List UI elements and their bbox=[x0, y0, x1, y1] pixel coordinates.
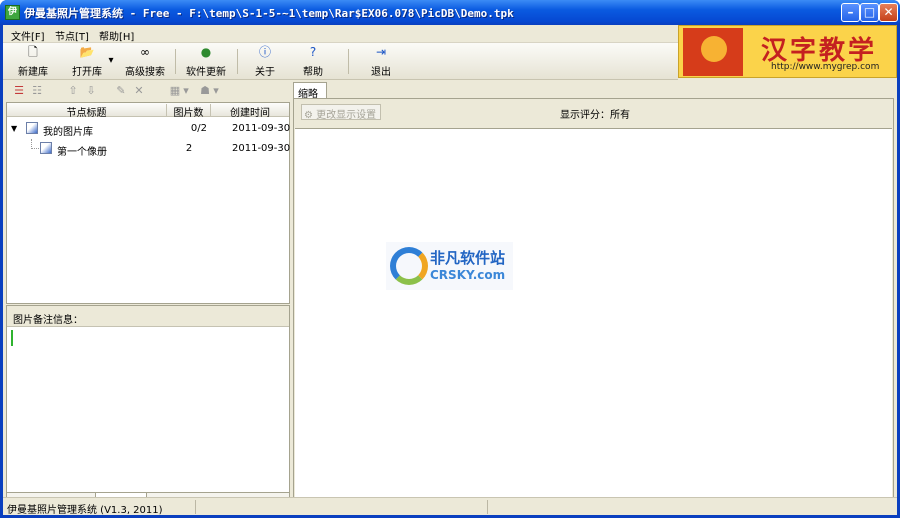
image-dropdown-icon[interactable]: ▾ bbox=[182, 84, 190, 98]
add-child-node-icon[interactable]: ☷ bbox=[30, 84, 44, 98]
software-update-label: 软件更新 bbox=[186, 67, 226, 78]
exit-label: 退出 bbox=[371, 67, 391, 78]
add-node-icon[interactable]: ☰ bbox=[12, 84, 26, 98]
node-count: 0/2 bbox=[190, 123, 207, 134]
move-up-icon[interactable]: ⇧ bbox=[66, 84, 80, 98]
app-icon: 伊 bbox=[5, 5, 20, 20]
help-label: 帮助 bbox=[303, 67, 323, 78]
maximize-button[interactable]: □ bbox=[860, 3, 879, 22]
change-display-settings-button[interactable]: ⚙ 更改显示设置 bbox=[301, 104, 381, 121]
expand-arrow-icon[interactable]: ▼ bbox=[11, 124, 17, 133]
status-text: 伊曼基照片管理系统 (V1.3, 2011) bbox=[7, 505, 163, 516]
move-down-icon[interactable]: ⇩ bbox=[84, 84, 98, 98]
tab-thumbnails[interactable]: 缩略图 bbox=[293, 82, 327, 115]
new-doc-icon: 🗋 bbox=[28, 45, 38, 59]
image-icon[interactable]: ▦ bbox=[168, 84, 182, 98]
tree-row[interactable]: 第一个像册 2 2011-09-30 bbox=[7, 139, 291, 159]
node-title: 第一个像册 bbox=[57, 147, 107, 158]
globe-icon: ● bbox=[200, 45, 212, 59]
info-icon: ⓘ bbox=[258, 45, 271, 59]
exit-icon: ⇥ bbox=[375, 45, 387, 59]
banner-logo-icon bbox=[683, 28, 743, 76]
menu-node[interactable]: 节点[T] bbox=[55, 28, 89, 43]
user-icon[interactable]: ☗ bbox=[198, 84, 212, 98]
toolbar-separator bbox=[175, 49, 176, 74]
library-icon bbox=[26, 122, 38, 134]
delete-icon[interactable]: ✕ bbox=[132, 84, 146, 98]
node-date: 2011-09-30 bbox=[232, 143, 291, 154]
node-count: 2 bbox=[185, 143, 193, 154]
settings-icon: ⚙ bbox=[304, 110, 313, 121]
crsky-logo-icon bbox=[390, 247, 428, 285]
banner-url: http://www.mygrep.com bbox=[771, 62, 880, 72]
watermark-en: CRSKY.com bbox=[430, 268, 506, 282]
minimize-button[interactable]: – bbox=[841, 3, 860, 22]
notes-textarea[interactable] bbox=[8, 328, 288, 491]
open-library-label: 打开库 bbox=[72, 67, 102, 78]
rating-filter-label: 显示评分：所有 bbox=[560, 110, 630, 121]
about-button[interactable]: ⓘ 关于 bbox=[250, 45, 280, 78]
album-icon bbox=[40, 142, 52, 154]
open-folder-icon: 📂 bbox=[79, 45, 95, 59]
exit-button[interactable]: ⇥ 退出 bbox=[366, 45, 396, 78]
title-bar[interactable]: 伊 伊曼基照片管理系统 - Free - F:\temp\S-1-5-~1\te… bbox=[0, 0, 900, 25]
help-button[interactable]: ? 帮助 bbox=[298, 45, 328, 78]
about-label: 关于 bbox=[255, 67, 275, 78]
image-notes-panel: 图片备注信息： 节点(相册)备注 图片备注 bbox=[6, 305, 290, 511]
advanced-search-button[interactable]: ∞ 高级搜索 bbox=[117, 45, 173, 78]
tree-row[interactable]: ▼ 我的图片库 0/2 2011-09-30 bbox=[7, 119, 291, 139]
status-divider bbox=[487, 500, 488, 514]
thumbnail-frame: ⚙ 更改显示设置 显示评分：所有 非凡软件站 CRSKY.com bbox=[293, 98, 894, 511]
thumbnail-view[interactable]: 非凡软件站 CRSKY.com bbox=[295, 128, 892, 510]
watermark-cn: 非凡软件站 bbox=[430, 249, 506, 267]
open-library-button[interactable]: 📂 打开库 bbox=[63, 45, 111, 78]
right-panel: 缩略图 ⚙ 更改显示设置 显示评分：所有 非凡软件站 CRSKY.com bbox=[293, 80, 894, 511]
node-date: 2011-09-30 bbox=[232, 123, 291, 134]
new-library-button[interactable]: 🗋 新建库 bbox=[13, 45, 53, 78]
tree-connector bbox=[31, 139, 39, 149]
advanced-search-label: 高级搜索 bbox=[125, 67, 165, 78]
status-divider bbox=[195, 500, 196, 514]
tree-toolbar: ☰ ☷ ⇧ ⇩ ✎ ✕ ▦ ▾ ☗ ▾ bbox=[6, 80, 290, 102]
toolbar-separator bbox=[348, 49, 349, 74]
tree-header: 节点标题 图片数 创建时间 bbox=[7, 103, 289, 119]
client-area: 文件[F] 节点[T] 帮助[H] 🗋 新建库 📂 打开库 ▾ ∞ 高级搜索 ●… bbox=[3, 25, 897, 516]
window-title: 伊曼基照片管理系统 - Free - F:\temp\S-1-5-~1\temp… bbox=[24, 7, 514, 20]
node-title: 我的图片库 bbox=[43, 127, 93, 138]
new-library-label: 新建库 bbox=[18, 67, 48, 78]
status-bar: 伊曼基照片管理系统 (V1.3, 2011) bbox=[3, 497, 897, 516]
col-node-title[interactable]: 节点标题 bbox=[7, 104, 167, 119]
banner-ad[interactable]: 汉字教学 http://www.mygrep.com bbox=[678, 25, 897, 78]
main-toolbar: 🗋 新建库 📂 打开库 ▾ ∞ 高级搜索 ● 软件更新 ⓘ 关于 ? 帮助 ⇥ … bbox=[3, 43, 678, 80]
col-created-time[interactable]: 创建时间 bbox=[211, 104, 289, 119]
node-tree[interactable]: 节点标题 图片数 创建时间 ▼ 我的图片库 0/2 2011-09-30 第一个… bbox=[6, 102, 290, 304]
col-image-count[interactable]: 图片数 bbox=[167, 104, 211, 119]
watermark-logo: 非凡软件站 CRSKY.com bbox=[386, 242, 513, 290]
close-button[interactable]: ✕ bbox=[879, 3, 898, 22]
left-panel: ☰ ☷ ⇧ ⇩ ✎ ✕ ▦ ▾ ☗ ▾ 节点标题 图片数 创建时间 ▼ 我的图片… bbox=[6, 80, 290, 511]
notes-header: 图片备注信息： bbox=[7, 306, 289, 327]
settings-label: 更改显示设置 bbox=[316, 110, 377, 121]
edit-icon[interactable]: ✎ bbox=[114, 84, 128, 98]
user-dropdown-icon[interactable]: ▾ bbox=[212, 84, 220, 98]
binoculars-icon: ∞ bbox=[140, 45, 150, 59]
menu-file[interactable]: 文件[F] bbox=[11, 28, 45, 43]
menu-help[interactable]: 帮助[H] bbox=[99, 28, 134, 43]
thumbnail-toolbar: ⚙ 更改显示设置 显示评分：所有 bbox=[294, 99, 893, 126]
software-update-button[interactable]: ● 软件更新 bbox=[181, 45, 231, 78]
toolbar-separator bbox=[237, 49, 238, 74]
app-window: 伊 伊曼基照片管理系统 - Free - F:\temp\S-1-5-~1\te… bbox=[0, 0, 900, 518]
help-icon: ? bbox=[309, 45, 317, 59]
